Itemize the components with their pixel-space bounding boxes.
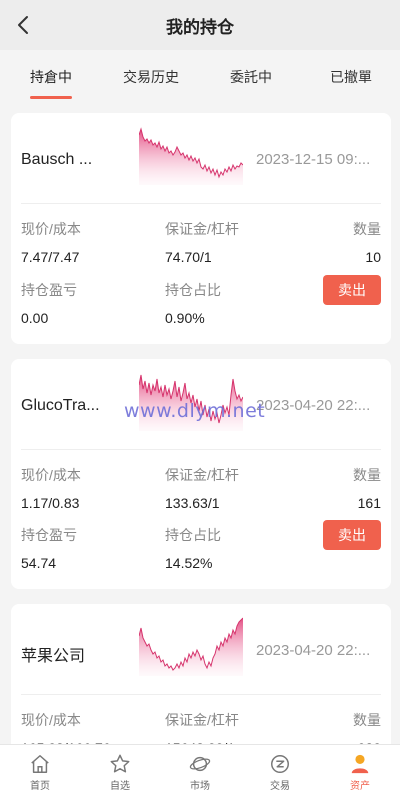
price-cost-label: 现价/成本 [21, 712, 81, 728]
price-cost-value: 7.47/7.47 [21, 249, 80, 265]
ratio-label: 持仓占比 [165, 527, 221, 543]
page-title: 我的持仓 [166, 17, 234, 37]
quantity-label: 数量 [353, 467, 381, 483]
tab-history[interactable]: 交易历史 [123, 67, 179, 87]
nav-market[interactable]: 市场 [160, 745, 240, 799]
nav-assets[interactable]: 资产 [320, 745, 400, 799]
nav-home-label: 首页 [30, 780, 50, 792]
position-summary: 苹果公司 2023-04-20 22:... [11, 604, 391, 694]
ratio-value: 14.52% [165, 555, 213, 571]
margin-leverage-value: 74.70/1 [165, 249, 212, 265]
back-arrow-icon[interactable] [12, 13, 36, 37]
sparkline-chart [139, 374, 243, 431]
margin-leverage-value: 133.63/1 [165, 495, 220, 511]
stock-name: Bausch ... [21, 151, 93, 168]
tab-pending[interactable]: 委託中 [230, 67, 272, 87]
nav-market-label: 市场 [190, 780, 210, 792]
tab-cancelled-label: 已撤單 [330, 69, 372, 85]
position-card[interactable]: 苹果公司 2023-04-20 22:... 现价/成本 保证金/杠杆 数量 1… [11, 604, 391, 764]
pnl-value: 0.00 [21, 310, 49, 326]
tab-cancelled[interactable]: 已撤單 [330, 67, 372, 87]
quantity-value: 10 [365, 249, 381, 265]
divider [21, 203, 381, 204]
quantity-label: 数量 [353, 712, 381, 728]
nav-trade[interactable]: 交易 [240, 745, 320, 799]
pnl-value: 54.74 [21, 555, 57, 571]
home-icon [31, 754, 49, 773]
open-time: 2023-12-15 09:... [256, 151, 371, 168]
price-cost-label: 现价/成本 [21, 221, 81, 237]
planet-icon [189, 756, 211, 771]
margin-leverage-label: 保证金/杠杆 [165, 221, 239, 237]
position-card[interactable]: Bausch ... 2023-12-15 09:... 现价/成本 保证金/杠… [11, 113, 391, 344]
quantity-value: 161 [357, 495, 381, 511]
divider [21, 694, 381, 695]
bottom-nav: 首页 自选 市场 交易 资产 [0, 744, 400, 799]
stock-name: GlucoTra... [21, 397, 100, 414]
ratio-label: 持仓占比 [165, 282, 221, 298]
tab-pending-label: 委託中 [230, 69, 272, 85]
margin-leverage-label: 保证金/杠杆 [165, 467, 239, 483]
nav-assets-label: 资产 [350, 780, 370, 792]
star-icon [110, 754, 130, 773]
nav-trade-label: 交易 [270, 780, 290, 792]
tab-holding-label: 持倉中 [30, 69, 72, 85]
tab-bar: 持倉中 交易历史 委託中 已撤單 [0, 50, 400, 102]
pnl-label: 持仓盈亏 [21, 527, 77, 543]
nav-home[interactable]: 首页 [0, 745, 80, 799]
price-cost-label: 现价/成本 [21, 467, 81, 483]
nav-watchlist-label: 自选 [110, 780, 130, 792]
header: 我的持仓 [0, 0, 400, 50]
pnl-label: 持仓盈亏 [21, 282, 77, 298]
tab-holding[interactable]: 持倉中 [30, 67, 72, 99]
person-icon [351, 754, 369, 773]
nav-watchlist[interactable]: 自选 [80, 745, 160, 799]
quantity-label: 数量 [353, 221, 381, 237]
position-summary: Bausch ... 2023-12-15 09:... [11, 113, 391, 203]
sparkline-chart [139, 127, 243, 185]
open-time: 2023-04-20 22:... [256, 642, 371, 659]
sparkline-chart [139, 617, 243, 676]
divider [21, 449, 381, 450]
margin-leverage-label: 保证金/杠杆 [165, 712, 239, 728]
tab-history-label: 交易历史 [123, 69, 179, 85]
tab-active-indicator [30, 96, 72, 99]
position-summary: GlucoTra... 2023-04-20 22:... [11, 359, 391, 449]
sell-button[interactable]: 卖出 [323, 275, 381, 305]
stock-name: 苹果公司 [21, 648, 86, 665]
position-card[interactable]: GlucoTra... 2023-04-20 22:... 现价/成本 保证金/… [11, 359, 391, 589]
sell-button[interactable]: 卖出 [323, 520, 381, 550]
ratio-value: 0.90% [165, 310, 205, 326]
exchange-icon [271, 754, 289, 773]
price-cost-value: 1.17/0.83 [21, 495, 80, 511]
open-time: 2023-04-20 22:... [256, 397, 371, 414]
